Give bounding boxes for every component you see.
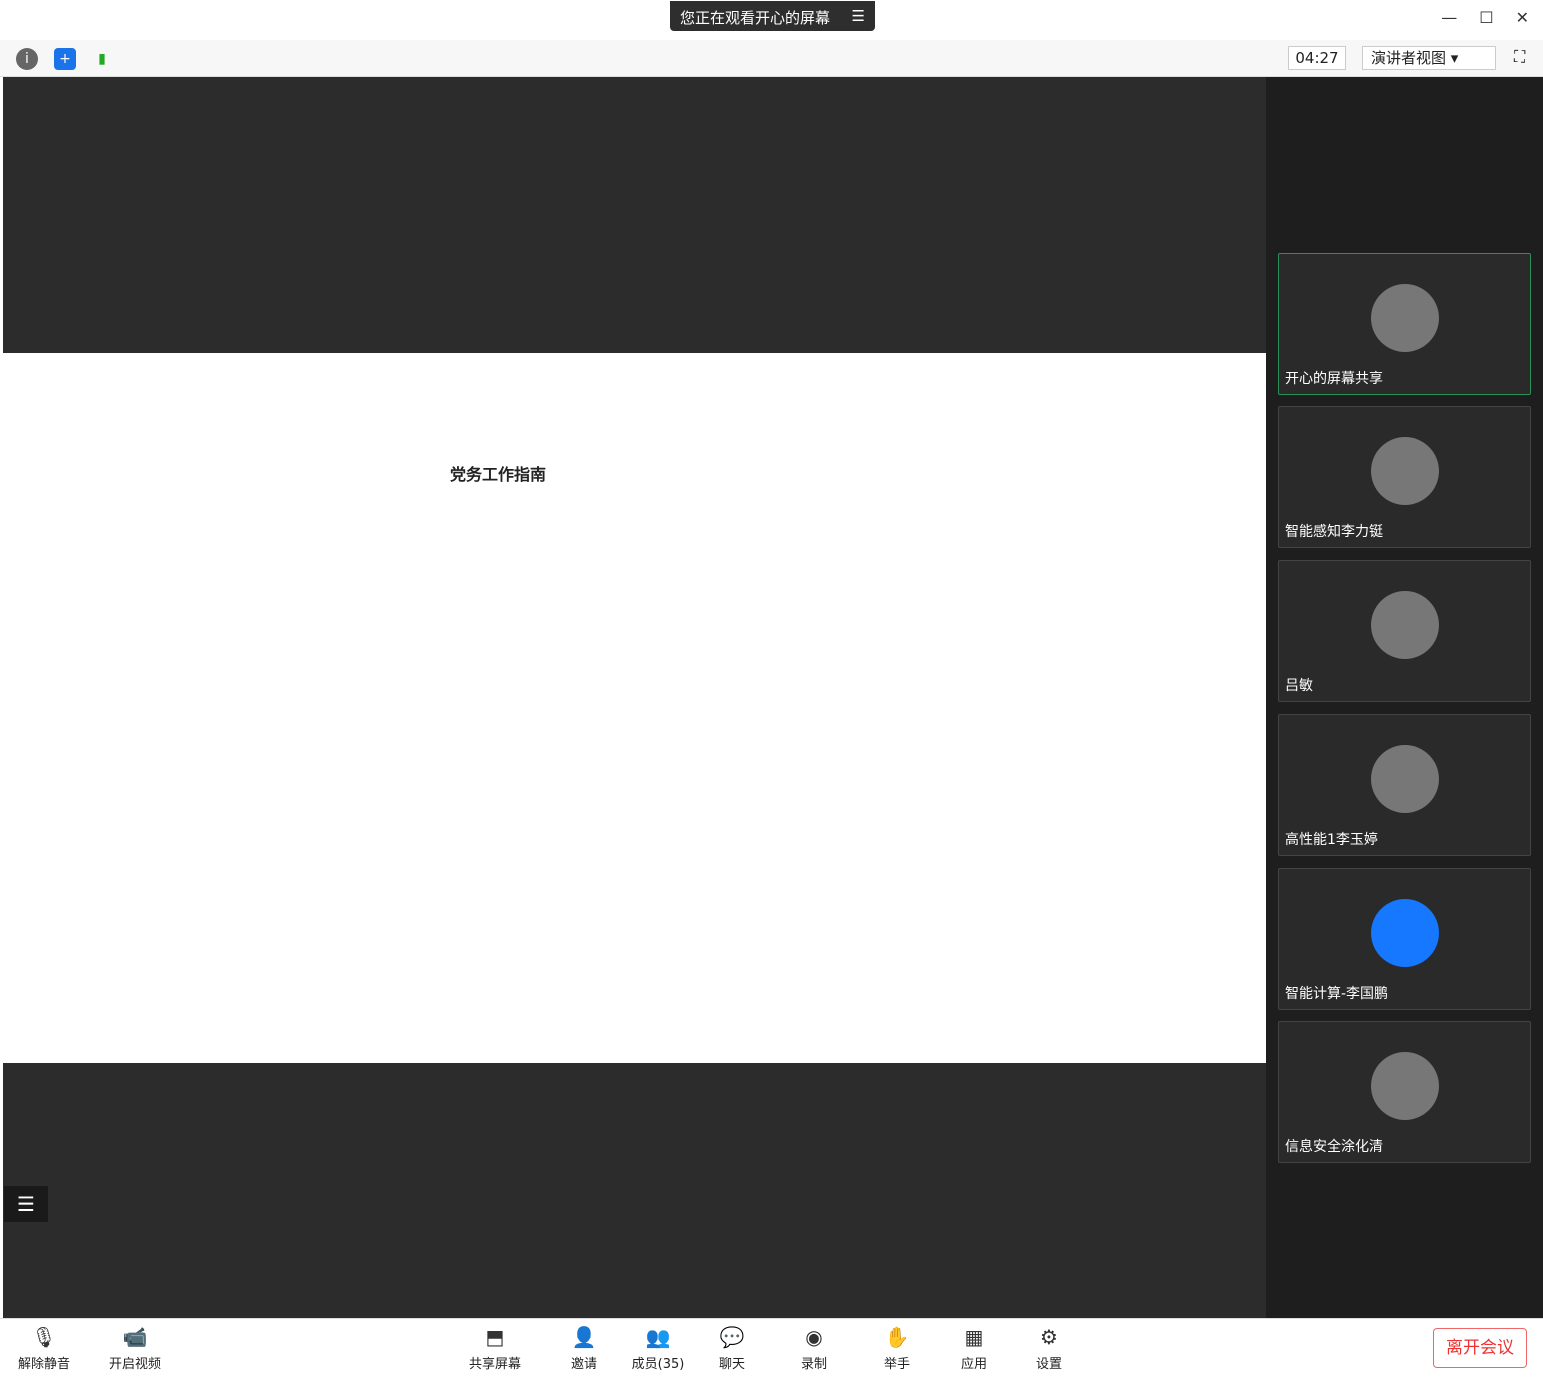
info-icon[interactable]: i [16, 48, 38, 70]
participant-strip: 开心的屏幕共享 智能感知李力铤 吕敏 高性能1李玉婷 智能计算-李国鹏 信息安全… [1266, 77, 1543, 1318]
chat-button[interactable]: 💬 聊天 [697, 1325, 767, 1372]
minimize-icon[interactable]: — [1441, 8, 1457, 27]
members-icon: 👥 [645, 1325, 671, 1349]
shared-document: 党务工作指南 [3, 353, 1266, 1063]
shield-icon[interactable]: + [54, 48, 76, 70]
fullscreen-icon[interactable]: ⛶ [1514, 47, 1525, 67]
avatar [1371, 284, 1439, 352]
participant-tile[interactable]: 开心的屏幕共享 [1278, 253, 1531, 395]
avatar [1371, 437, 1439, 505]
invite-icon: 👤 [571, 1325, 597, 1349]
gear-icon: ⚙ [1040, 1325, 1058, 1349]
participant-tile[interactable]: 信息安全涂化清 [1278, 1021, 1531, 1163]
invite-button[interactable]: 👤 邀请 [549, 1325, 619, 1372]
apps-button[interactable]: ▦ 应用 [939, 1325, 1009, 1372]
members-button[interactable]: 👥 成员(35) [623, 1325, 693, 1372]
record-icon: ◉ [805, 1325, 823, 1349]
viewing-banner: 您正在观看开心的屏幕 ☰ [670, 1, 875, 31]
record-button[interactable]: ◉ 录制 [779, 1325, 849, 1372]
participant-tile[interactable]: 智能计算-李国鹏 [1278, 868, 1531, 1010]
meeting-toolbar: i + ▮ 04:27 演讲者视图 ▾ ⛶ [0, 40, 1543, 77]
maximize-icon[interactable]: ☐ [1479, 8, 1493, 27]
leave-meeting-button[interactable]: 离开会议 [1433, 1328, 1527, 1368]
avatar [1371, 591, 1439, 659]
participant-tile[interactable]: 吕敏 [1278, 560, 1531, 702]
signal-icon[interactable]: ▮ [91, 48, 113, 70]
share-icon: ⬒ [485, 1325, 505, 1349]
bottom-bar: 🎙 解除静音 📹 开启视频 ⬒ 共享屏幕 👤 邀请 👥 成员(35) 💬 聊天 ◉ 录制 ✋ 举… [0, 1318, 1543, 1377]
video-off-icon: 📹 [122, 1325, 148, 1349]
unmute-button[interactable]: 🎙 解除静音 [9, 1325, 79, 1372]
share-screen-button[interactable]: ⬒ 共享屏幕 [460, 1325, 530, 1372]
menu-icon[interactable]: ☰ [852, 7, 865, 25]
hand-icon: ✋ [884, 1325, 910, 1349]
participant-tile[interactable]: 智能感知李力铤 [1278, 406, 1531, 548]
raise-hand-button[interactable]: ✋ 举手 [862, 1325, 932, 1372]
avatar [1371, 745, 1439, 813]
participant-tile[interactable]: 高性能1李玉婷 [1278, 714, 1531, 856]
start-video-button[interactable]: 📹 开启视频 [100, 1325, 170, 1372]
close-icon[interactable]: ✕ [1516, 8, 1529, 27]
window-controls: — ☐ ✕ [1419, 8, 1529, 27]
settings-button[interactable]: ⚙ 设置 [1014, 1325, 1084, 1372]
list-menu-icon[interactable]: ☰ [4, 1186, 48, 1222]
apps-icon: ▦ [964, 1325, 984, 1349]
banner-text: 您正在观看开心的屏幕 [680, 9, 831, 27]
doc-title: 党务工作指南 [450, 465, 547, 484]
meeting-timer: 04:27 [1288, 46, 1346, 70]
avatar [1371, 899, 1439, 967]
view-mode-select[interactable]: 演讲者视图 ▾ [1362, 46, 1496, 70]
chat-icon: 💬 [719, 1325, 745, 1349]
avatar [1371, 1052, 1439, 1120]
mic-off-icon: 🎙 [31, 1325, 57, 1349]
